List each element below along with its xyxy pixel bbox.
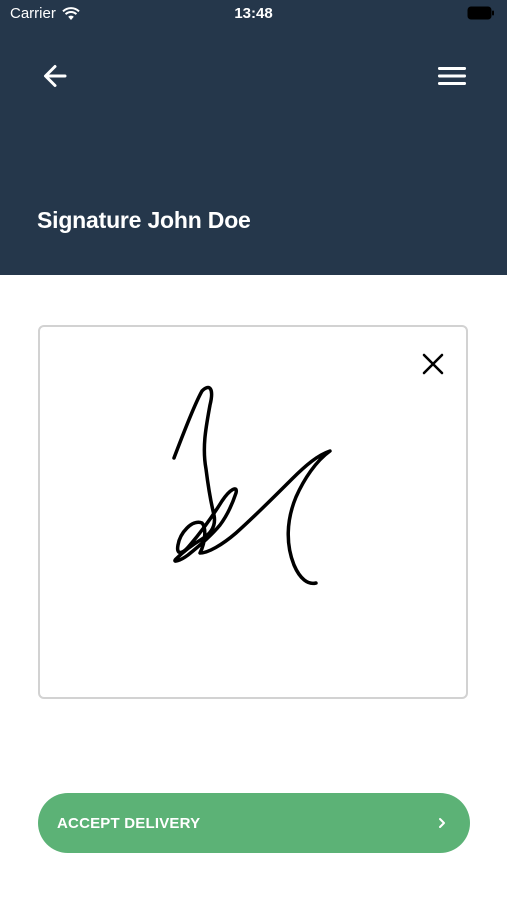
- app-screen: Carrier 13:48 Signature John Doe ACCEPT …: [0, 0, 507, 900]
- chevron-right-icon: [439, 818, 445, 828]
- accept-delivery-label: ACCEPT DELIVERY: [57, 814, 201, 832]
- status-bar: Carrier 13:48: [0, 0, 507, 28]
- battery-icon: [467, 6, 494, 20]
- signature-pad[interactable]: [38, 325, 468, 699]
- arrow-left-icon: [44, 65, 67, 87]
- menu-button[interactable]: [430, 55, 474, 97]
- page-title: Signature John Doe: [37, 207, 251, 233]
- clear-signature-button[interactable]: [418, 349, 448, 379]
- close-icon: [422, 353, 444, 375]
- signature-drawing: [172, 385, 332, 586]
- header: Carrier 13:48 Signature John Doe: [0, 0, 507, 275]
- status-time: 13:48: [234, 5, 273, 22]
- back-button[interactable]: [34, 55, 76, 97]
- hamburger-menu-icon: [438, 67, 466, 85]
- accept-delivery-button[interactable]: ACCEPT DELIVERY: [38, 793, 470, 853]
